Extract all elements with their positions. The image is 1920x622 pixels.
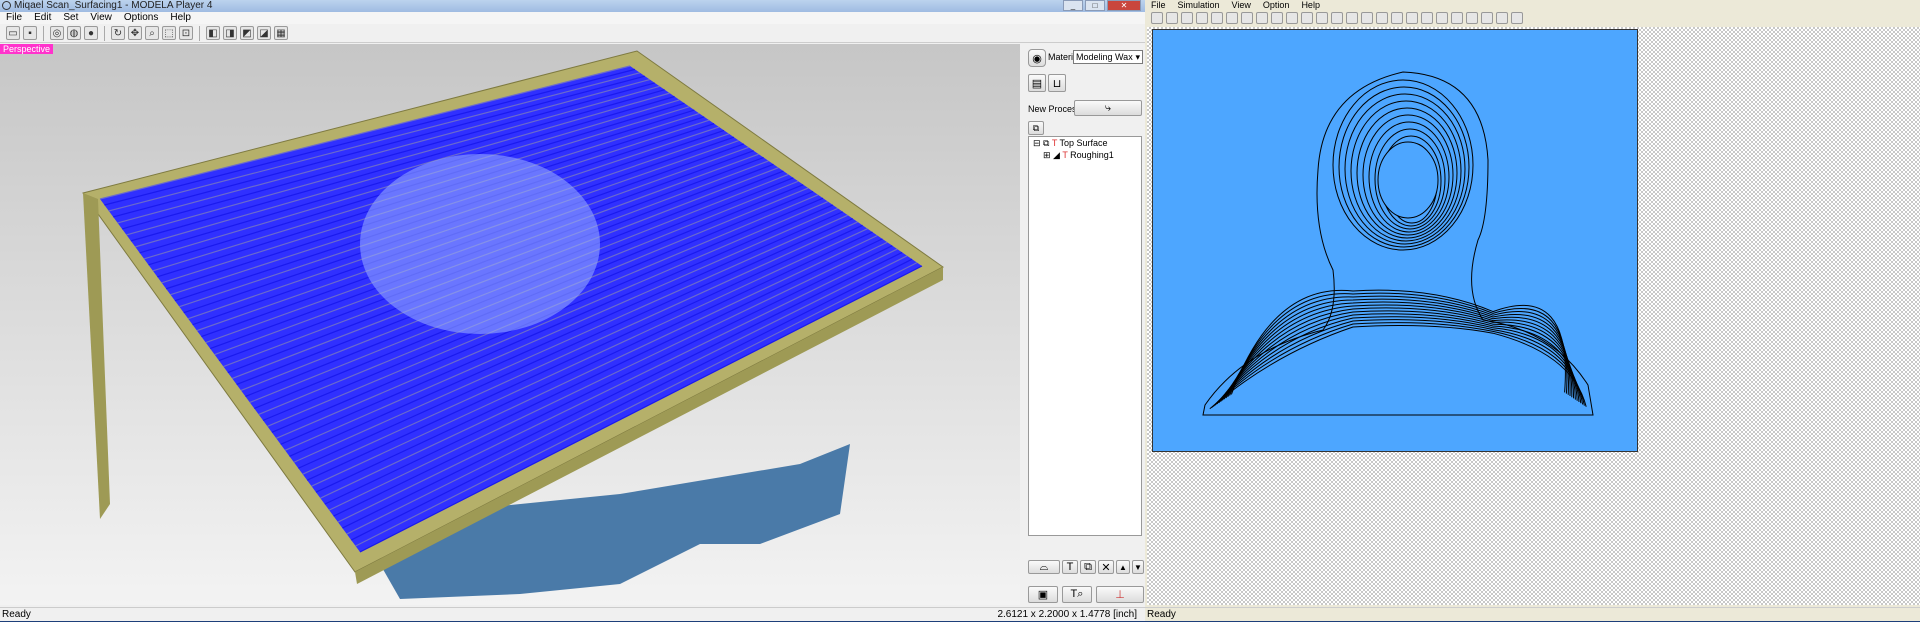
view-wireframe-icon[interactable]: ◎ xyxy=(50,26,64,40)
close-button[interactable]: ✕ xyxy=(1107,0,1141,11)
bust-contour-render xyxy=(1202,71,1594,416)
menu-help[interactable]: Help xyxy=(170,12,191,24)
menu-simulation[interactable]: Simulation xyxy=(1178,0,1220,10)
new-process-button[interactable]: ⤷ xyxy=(1074,100,1142,116)
view-front-icon[interactable]: ◨ xyxy=(223,26,237,40)
view-iso-icon[interactable]: ◪ xyxy=(257,26,271,40)
zoom-window-icon[interactable]: ⊡ xyxy=(179,26,193,40)
save-process-icon[interactable]: ⊔ xyxy=(1048,74,1066,92)
menu-options[interactable]: Options xyxy=(124,12,158,24)
simulation-area xyxy=(1147,27,1920,605)
process-panel: ◉ Material Modeling Wax ▤ ⊔ New Process … xyxy=(1022,44,1145,605)
toolpath-render xyxy=(82,50,944,599)
contour-line xyxy=(1230,289,1566,395)
tool2-icon[interactable] xyxy=(1406,12,1418,24)
tool4-icon[interactable] xyxy=(1436,12,1448,24)
menu-view[interactable]: View xyxy=(90,12,112,24)
toolbar: ▭ ▪ ◎ ◍ ● ↻ ✥ ⌕ ⬚ ⊡ ◧ ◨ ◩ ◪ ▦ xyxy=(0,24,1145,43)
color1-icon[interactable] xyxy=(1331,12,1343,24)
menu-option[interactable]: Option xyxy=(1263,0,1290,10)
open-process-icon[interactable]: ▤ xyxy=(1028,74,1046,92)
view1-icon[interactable] xyxy=(1256,12,1268,24)
menu-help[interactable]: Help xyxy=(1301,0,1320,10)
new-icon[interactable] xyxy=(1151,12,1163,24)
status-text: Ready xyxy=(1147,609,1176,620)
modela-player-window: Miqael Scan_Surfacing1 - MODELA Player 4… xyxy=(0,0,1145,621)
3d-viewport[interactable]: Perspective xyxy=(0,44,1020,605)
color3-icon[interactable] xyxy=(1361,12,1373,24)
view-right-icon[interactable]: ◩ xyxy=(240,26,254,40)
tool-icon[interactable]: T xyxy=(1062,560,1078,574)
copy-icon[interactable]: ⧉ xyxy=(1080,560,1096,574)
cut-start-icon[interactable]: ⊥ xyxy=(1096,586,1144,603)
maximize-button[interactable]: □ xyxy=(1085,0,1105,11)
tool3-icon[interactable] xyxy=(1421,12,1433,24)
opt2-icon[interactable] xyxy=(1466,12,1478,24)
view5-icon[interactable] xyxy=(1316,12,1328,24)
preview-icon[interactable]: ▣ xyxy=(1028,586,1058,603)
tree-item-top-surface[interactable]: ⊟ ⧉ T Top Surface xyxy=(1029,137,1141,149)
step-icon[interactable] xyxy=(1241,12,1253,24)
menu-bar: File Edit Set View Options Help xyxy=(0,12,1145,24)
minimize-button[interactable]: _ xyxy=(1063,0,1083,11)
material-icon[interactable]: ◉ xyxy=(1028,49,1046,67)
save-icon[interactable]: ▪ xyxy=(23,26,37,40)
tree-item-roughing1[interactable]: ⊞ ◢ T Roughing1 xyxy=(1029,149,1141,161)
color4-icon[interactable] xyxy=(1376,12,1388,24)
view-top-icon[interactable]: ◧ xyxy=(206,26,220,40)
move-down-icon[interactable]: ▼ xyxy=(1132,560,1144,574)
simulation-toolbar xyxy=(1145,10,1920,26)
app-icon xyxy=(2,1,11,10)
opt3-icon[interactable] xyxy=(1481,12,1493,24)
menu-edit[interactable]: Edit xyxy=(34,12,51,24)
info-icon[interactable] xyxy=(1496,12,1508,24)
simulation-canvas[interactable] xyxy=(1152,29,1638,452)
contour-line xyxy=(1220,307,1576,402)
play-icon[interactable] xyxy=(1226,12,1238,24)
dimensions-readout: 2.6121 x 2.2000 x 1.4778 [inch] xyxy=(997,609,1137,620)
rotate-icon[interactable]: ↻ xyxy=(111,26,125,40)
window-title: Miqael Scan_Surfacing1 - MODELA Player 4 xyxy=(14,0,213,11)
cut-icon[interactable]: ⌓ xyxy=(1028,560,1060,574)
delete-icon[interactable]: ✕ xyxy=(1098,560,1114,574)
status-bar: Ready 2.6121 x 2.2000 x 1.4778 [inch] xyxy=(0,607,1145,621)
tool1-icon[interactable] xyxy=(1391,12,1403,24)
menu-view[interactable]: View xyxy=(1232,0,1251,10)
view-solid-icon[interactable]: ● xyxy=(84,26,98,40)
contour-line xyxy=(1216,313,1580,405)
pan-icon[interactable]: ✥ xyxy=(128,26,142,40)
save-icon[interactable] xyxy=(1181,12,1193,24)
grid-icon[interactable] xyxy=(1511,12,1523,24)
material-select[interactable]: Modeling Wax xyxy=(1073,50,1143,64)
stop-icon[interactable] xyxy=(1211,12,1223,24)
rewind-icon[interactable] xyxy=(1196,12,1208,24)
menu-file[interactable]: File xyxy=(6,12,22,24)
title-bar: Miqael Scan_Surfacing1 - MODELA Player 4… xyxy=(0,0,1145,12)
color2-icon[interactable] xyxy=(1346,12,1358,24)
view-shaded-icon[interactable]: ◍ xyxy=(67,26,81,40)
view-grid-icon[interactable]: ▦ xyxy=(274,26,288,40)
open-icon[interactable]: ▭ xyxy=(6,26,20,40)
simulation-window: File Simulation View Option Help Ready xyxy=(1145,0,1920,621)
process-tree: ⊟ ⧉ T Top Surface ⊞ ◢ T Roughing1 xyxy=(1028,136,1142,536)
view3-icon[interactable] xyxy=(1286,12,1298,24)
menu-set[interactable]: Set xyxy=(63,12,78,24)
opt1-icon[interactable] xyxy=(1451,12,1463,24)
view2-icon[interactable] xyxy=(1271,12,1283,24)
menu-file[interactable]: File xyxy=(1151,0,1166,10)
move-up-icon[interactable]: ▲ xyxy=(1116,560,1130,574)
menu-bar: File Simulation View Option Help xyxy=(1145,0,1920,10)
face-region xyxy=(1377,141,1439,219)
viewport-label: Perspective xyxy=(0,44,54,54)
view4-icon[interactable] xyxy=(1301,12,1313,24)
bust-bulge xyxy=(360,154,600,334)
status-text: Ready xyxy=(2,609,31,620)
zoom-fit-icon[interactable]: ⬚ xyxy=(162,26,176,40)
tool-search-icon[interactable]: T⌕ xyxy=(1062,586,1092,603)
status-bar: Ready xyxy=(1145,607,1920,621)
zoom-icon[interactable]: ⌕ xyxy=(145,26,159,40)
open-icon[interactable] xyxy=(1166,12,1178,24)
tree-tab[interactable]: ⧉ xyxy=(1028,121,1044,135)
